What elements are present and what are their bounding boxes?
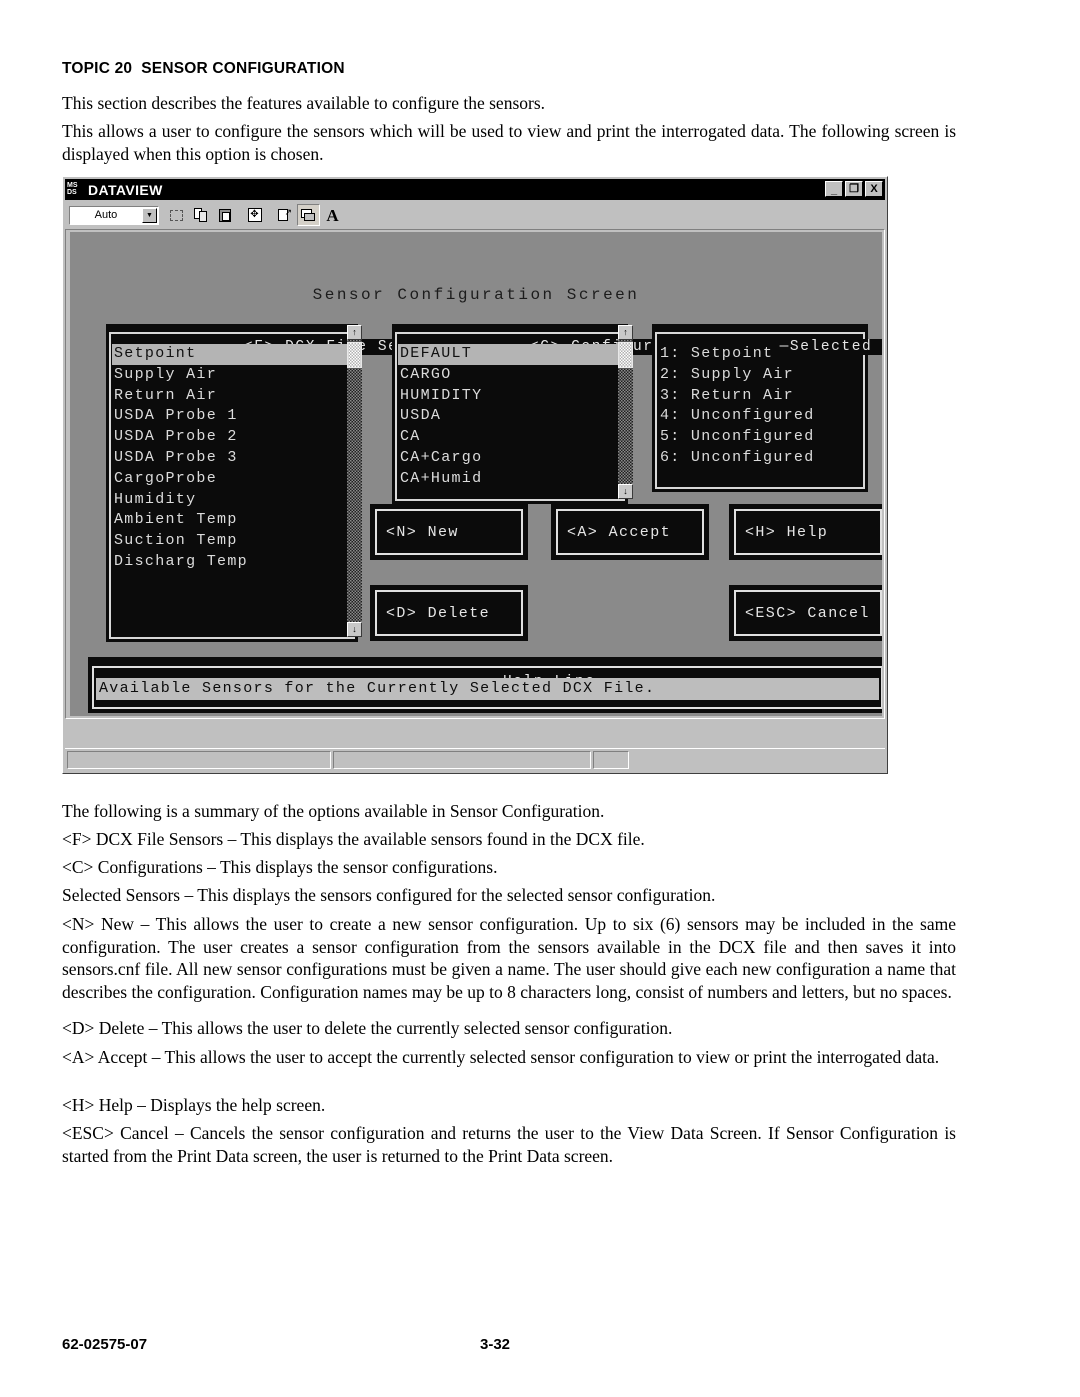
dcx-sensor-list[interactable]: Setpoint Supply Air Return Air USDA Prob… — [112, 344, 352, 636]
configurations-panel: —<C> Configurations— DEFAULT CARGO HUMID… — [392, 324, 730, 504]
fullscreen-button[interactable]: ✥ — [243, 204, 266, 226]
list-item[interactable]: Humidity — [112, 490, 352, 511]
list-item[interactable]: CA+Humid — [398, 469, 622, 490]
option-esc-paragraph: <ESC> Cancel – Cancels the sensor config… — [62, 1123, 956, 1166]
window-title-bar[interactable]: MS DS DATAVIEW _ ❐ X — [65, 179, 885, 200]
list-item[interactable]: 4: Unconfigured — [658, 406, 862, 427]
window-title-text: DATAVIEW — [88, 181, 163, 198]
option-h-paragraph: <H> Help – Displays the help screen. — [62, 1095, 326, 1115]
accept-button[interactable]: <A> Accept — [551, 504, 709, 560]
status-panel-1 — [67, 750, 331, 769]
dcx-sensors-scrollbar[interactable]: ↑ ↓ — [347, 325, 362, 637]
selected-sensors-list[interactable]: 1: Setpoint 2: Supply Air 3: Return Air … — [658, 344, 862, 486]
chevron-down-icon[interactable]: ▼ — [142, 207, 157, 223]
minimize-button[interactable]: _ — [825, 181, 843, 197]
dcx-file-sensors-panel: —<F> DCX File Sensors— Setpoint Supply A… — [106, 324, 465, 642]
msdos-icon: MS DS — [67, 181, 83, 198]
properties-icon: ↗ — [277, 208, 292, 222]
font-size-dropdown[interactable]: Auto ▼ — [69, 205, 159, 225]
fullscreen-icon: ✥ — [247, 208, 262, 222]
configurations-scrollbar[interactable]: ↑ ↓ — [618, 325, 633, 499]
list-item[interactable]: 2: Supply Air — [658, 365, 862, 386]
option-selected-paragraph: Selected Sensors – This displays the sen… — [62, 885, 716, 905]
accept-button-label: <A> Accept — [567, 523, 672, 541]
list-item[interactable]: USDA — [398, 406, 622, 427]
list-item[interactable]: USDA Probe 1 — [112, 406, 352, 427]
dataview-window: MS DS DATAVIEW _ ❐ X Auto ▼ ✥ ↗ A Sensor… — [62, 176, 888, 774]
help-line-text: Available Sensors for the Currently Sele… — [96, 678, 879, 700]
option-c-paragraph: <C> Configurations – This displays the s… — [62, 857, 498, 877]
list-item[interactable]: Ambient Temp — [112, 510, 352, 531]
scrollbar-thumb[interactable] — [618, 342, 633, 368]
cancel-button-label: <ESC> Cancel — [745, 604, 870, 622]
delete-button[interactable]: <D> Delete — [370, 585, 528, 641]
scroll-up-icon[interactable]: ↑ — [347, 325, 362, 340]
font-size-value: Auto — [94, 209, 118, 221]
window-status-bar — [65, 748, 885, 770]
list-item[interactable]: Discharg Temp — [112, 552, 352, 573]
screen-title: Sensor Configuration Screen — [312, 286, 640, 304]
copy-button[interactable] — [189, 204, 212, 226]
footer-document-number: 62-02575-07 — [62, 1336, 148, 1353]
properties-button[interactable]: ↗ — [273, 204, 296, 226]
scroll-down-icon[interactable]: ↓ — [618, 484, 633, 499]
option-f-paragraph: <F> DCX File Sensors – This displays the… — [62, 829, 645, 849]
list-item[interactable]: Setpoint — [112, 344, 352, 365]
mark-icon — [170, 209, 183, 221]
new-button-label: <N> New — [386, 523, 459, 541]
paste-button[interactable] — [213, 204, 236, 226]
dos-screen-frame: Sensor Configuration Screen —<F> DCX Fil… — [65, 229, 885, 719]
list-item[interactable]: 3: Return Air — [658, 386, 862, 407]
help-button[interactable]: <H> Help — [729, 504, 882, 560]
option-n-paragraph: <N> New – This allows the user to create… — [62, 914, 956, 1002]
delete-button-label: <D> Delete — [386, 604, 491, 622]
restore-button[interactable]: ❐ — [845, 181, 863, 197]
window-controls: _ ❐ X — [825, 181, 883, 197]
list-item[interactable]: Supply Air — [112, 365, 352, 386]
font-a-icon: A — [326, 205, 339, 225]
option-d-paragraph: <D> Delete – This allows the user to del… — [62, 1018, 673, 1038]
list-item[interactable]: CA — [398, 427, 622, 448]
list-item[interactable]: 6: Unconfigured — [658, 448, 862, 469]
list-item[interactable]: HUMIDITY — [398, 386, 622, 407]
close-button[interactable]: X — [865, 181, 883, 197]
summary-lead-paragraph: The following is a summary of the option… — [62, 801, 605, 821]
footer-page-number: 3-32 — [480, 1336, 511, 1353]
new-button[interactable]: <N> New — [370, 504, 528, 560]
scroll-down-icon[interactable]: ↓ — [347, 622, 362, 637]
list-item[interactable]: USDA Probe 3 — [112, 448, 352, 469]
status-panel-3 — [593, 750, 629, 769]
background-button[interactable] — [297, 204, 320, 226]
help-button-label: <H> Help — [745, 523, 829, 541]
list-item[interactable]: CargoProbe — [112, 469, 352, 490]
cancel-button[interactable]: <ESC> Cancel — [729, 585, 882, 641]
list-item[interactable]: Return Air — [112, 386, 352, 407]
list-item[interactable]: CA+Cargo — [398, 448, 622, 469]
list-item[interactable]: DEFAULT — [398, 344, 622, 365]
help-line-panel: —Help Line— Available Sensors for the Cu… — [88, 657, 882, 713]
list-item[interactable]: CARGO — [398, 365, 622, 386]
background-icon — [301, 208, 316, 222]
window-toolbar: Auto ▼ ✥ ↗ A — [65, 202, 885, 228]
selected-sensors-panel: —Selected Sensors— 1: Setpoint 2: Supply… — [652, 324, 882, 492]
intro-paragraph-1: This section describes the features avai… — [62, 93, 546, 113]
configurations-list[interactable]: DEFAULT CARGO HUMIDITY USDA CA CA+Cargo … — [398, 344, 622, 498]
intro-paragraph-2: This allows a user to configure the sens… — [62, 121, 956, 164]
scrollbar-thumb[interactable] — [347, 342, 362, 368]
list-item[interactable]: Suction Temp — [112, 531, 352, 552]
sensor-configuration-screen: Sensor Configuration Screen —<F> DCX Fil… — [70, 232, 882, 716]
list-item[interactable]: 5: Unconfigured — [658, 427, 862, 448]
page-title: TOPIC 20 SENSOR CONFIGURATION — [62, 60, 345, 77]
list-item[interactable]: 1: Setpoint — [658, 344, 862, 365]
font-button[interactable]: A — [321, 204, 344, 226]
scroll-up-icon[interactable]: ↑ — [618, 325, 633, 340]
document-page: TOPIC 20 SENSOR CONFIGURATION This secti… — [0, 0, 1080, 1397]
copy-icon — [193, 208, 208, 222]
list-item[interactable]: USDA Probe 2 — [112, 427, 352, 448]
option-a-paragraph: <A> Accept – This allows the user to acc… — [62, 1047, 940, 1067]
paste-icon — [218, 208, 232, 222]
mark-button[interactable] — [165, 204, 188, 226]
status-panel-2 — [333, 750, 591, 769]
